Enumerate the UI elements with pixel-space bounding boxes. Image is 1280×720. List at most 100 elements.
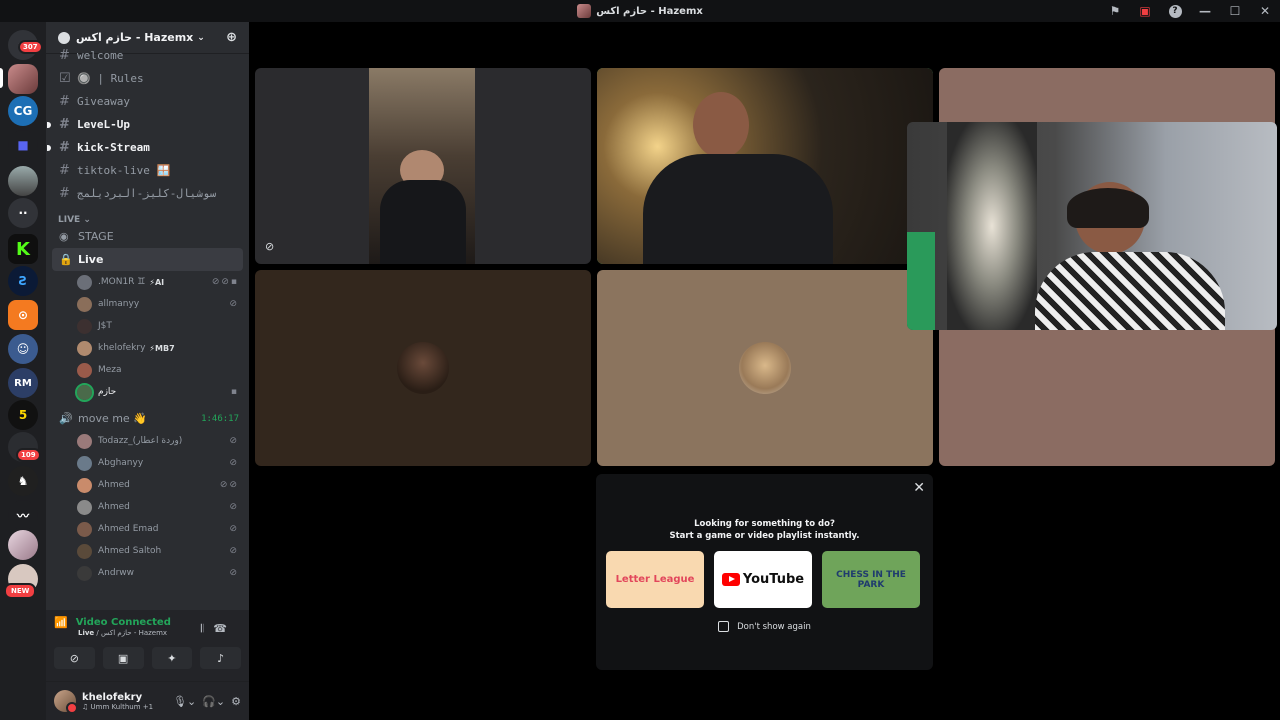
rules-icon: ☑ (59, 71, 71, 86)
video-tile[interactable] (255, 270, 591, 466)
channel-item[interactable]: # LeveL-Up (46, 113, 249, 136)
server-icon-landscape[interactable] (8, 166, 38, 196)
screen-share-icon[interactable]: ▣ (1130, 0, 1160, 22)
voice-user[interactable]: khelofekry ⚡MB7 (46, 337, 249, 359)
stage-channel[interactable]: ◉ STAGE (46, 225, 249, 248)
video-feed (907, 232, 935, 330)
server-rail: ◕ 307 CG ■ ·· K Ƨ ⊙ ☺ RM 5 109 ♞ 〰 NEW (0, 22, 46, 720)
add-member-icon[interactable]: ⊕ (226, 30, 237, 45)
server-folder-more[interactable]: ·· (8, 198, 38, 228)
current-user: khelofekry ♫ Umm Kulthum +1 🎙⌄ 🎧⌄ ⚙ (46, 682, 249, 720)
server-icon-batman[interactable]: 〰 (8, 500, 38, 530)
floating-camera[interactable] (907, 122, 1277, 330)
muted-icon: ⊘ (229, 502, 239, 512)
voice-user[interactable]: .MON1R ♊ ⚡AI ⊘⊘▪ (46, 271, 249, 293)
close-icon[interactable]: ✕ (913, 480, 925, 496)
hash-icon: # (59, 48, 70, 63)
share-screen-button[interactable]: ▣ (102, 647, 144, 669)
checkbox-box[interactable] (718, 621, 730, 632)
video-tile-speaking[interactable] (597, 68, 933, 264)
server-icon-cg[interactable]: CG (8, 96, 38, 126)
channel-item[interactable]: # tiktok-live 🪟 (46, 159, 249, 182)
signal-icon[interactable]: 📶 (54, 616, 68, 629)
voice-user[interactable]: Ahmed Emad ⊘ (46, 518, 249, 540)
voice-controls: 𝄃☎ (201, 622, 237, 636)
hash-icon: # (59, 117, 70, 132)
avatar (77, 543, 92, 559)
server-icon-blue[interactable]: Ƨ (8, 266, 38, 296)
camera-off-icon: ⊘ (265, 240, 275, 253)
avatar[interactable] (54, 690, 78, 714)
disconnect-icon[interactable]: ☎ (213, 622, 237, 635)
voice-user[interactable]: Andrww ⊘ (46, 562, 249, 584)
server-icon-orange[interactable]: ⊙ (8, 300, 38, 330)
soundboard-icon: ♪ (217, 651, 225, 665)
activities-button[interactable]: ✦ (151, 647, 193, 669)
voice-user[interactable]: Ahmed ⊘ (46, 496, 249, 518)
channel-item[interactable]: # Giveaway (46, 90, 249, 113)
chevron-down-icon: ⌄ (197, 32, 205, 43)
channel-item[interactable]: # welcome (46, 44, 249, 67)
flag-icon[interactable]: ⚑ (1100, 0, 1130, 22)
server-icon-5[interactable]: 5 (8, 400, 38, 430)
server-icon-rm[interactable]: RM (8, 368, 38, 398)
voice-user[interactable]: حازم ▪ (46, 381, 249, 403)
voice-user[interactable]: Abghanyy ⊘ (46, 452, 249, 474)
maximize-icon[interactable]: ☐ (1220, 0, 1250, 22)
video-tile[interactable]: ⊘ (255, 68, 591, 264)
new-badge: NEW (4, 583, 37, 599)
video-tile[interactable] (597, 270, 933, 466)
user-info[interactable]: khelofekry ♫ Umm Kulthum +1 (82, 692, 153, 711)
avatar (77, 499, 92, 515)
soundboard-button[interactable]: ♪ (200, 647, 241, 669)
category-live[interactable]: LIVE ⌄ (46, 205, 249, 225)
voice-user[interactable]: Ahmed ⊘⊘ (46, 474, 249, 496)
unread-indicator (47, 144, 51, 151)
camera-off-icon: ⊘ (69, 651, 79, 665)
camera-off-button[interactable]: ⊘ (54, 647, 95, 669)
voice-channel-move-me[interactable]: 🔊 move me 👋 1:46:17 (46, 407, 249, 430)
chess-in-the-park-card[interactable]: CHESS IN THE PARK (822, 551, 920, 608)
lock-icon: 🔒 (59, 253, 73, 266)
activity-icon: ✦ (167, 651, 177, 665)
headphones-icon[interactable]: 🎧⌄ (202, 695, 225, 708)
avatar (77, 296, 92, 312)
gear-icon[interactable]: ⚙ (231, 695, 241, 708)
video-hair (1067, 188, 1149, 228)
help-icon[interactable]: ? (1160, 0, 1190, 22)
noise-suppression-icon[interactable]: 𝄃 (201, 622, 213, 635)
folder-icon[interactable]: ■ (8, 130, 38, 160)
voice-user[interactable]: Ahmed Saltoh ⊘ (46, 540, 249, 562)
server-icon-hazemx[interactable] (8, 64, 38, 94)
voice-channel-live[interactable]: 🔒 Live (52, 248, 243, 271)
user-controls: 🎙⌄ 🎧⌄ ⚙ (173, 695, 241, 708)
server-icon-skull[interactable]: ☺ (8, 334, 38, 364)
youtube-card[interactable]: YouTube (714, 551, 812, 608)
voice-user[interactable]: allmanyy ⊘ (46, 293, 249, 315)
dont-show-again-checkbox[interactable]: Don't show again (596, 621, 933, 632)
voice-user[interactable]: Todazz_(وردة اعطار) ⊘ (46, 430, 249, 452)
voice-connection-panel: 📶 Video Connected Live / حازم اكس - Hazem… (46, 610, 249, 682)
participant-avatar (739, 342, 791, 394)
video-icon: ▪ (230, 387, 239, 397)
minimize-icon[interactable]: — (1190, 0, 1220, 22)
muted-deafened-video-icons: ⊘⊘▪ (211, 277, 239, 287)
server-icon-warrior[interactable]: ♞ (8, 466, 38, 496)
avatar (77, 340, 92, 356)
channel-sidebar: حازم اكس - Hazemx ⌄ ⊕ # welcome ☑ 🔘 | Rule… (46, 22, 249, 720)
server-icon-anime[interactable] (8, 530, 38, 560)
voice-user[interactable]: J$T (46, 315, 249, 337)
microphone-icon[interactable]: 🎙⌄ (173, 695, 196, 708)
channel-item[interactable]: # kick-Stream (46, 136, 249, 159)
channel-item[interactable]: # سوشيال-كليز-البرديلمج (46, 182, 249, 205)
unread-indicator (47, 121, 51, 128)
window-avatar (577, 4, 592, 18)
voice-user[interactable]: Meza (46, 359, 249, 381)
server-icon-kick[interactable]: K (8, 234, 38, 264)
close-window-icon[interactable]: ✕ (1250, 0, 1280, 22)
channel-item[interactable]: ☑ 🔘 | Rules (46, 67, 249, 90)
hash-icon: # (59, 140, 70, 155)
letter-league-card[interactable]: Letter League (606, 551, 704, 608)
hash-icon: # (59, 94, 70, 109)
activity-cards: Letter League YouTube CHESS IN THE PARK (606, 551, 920, 608)
